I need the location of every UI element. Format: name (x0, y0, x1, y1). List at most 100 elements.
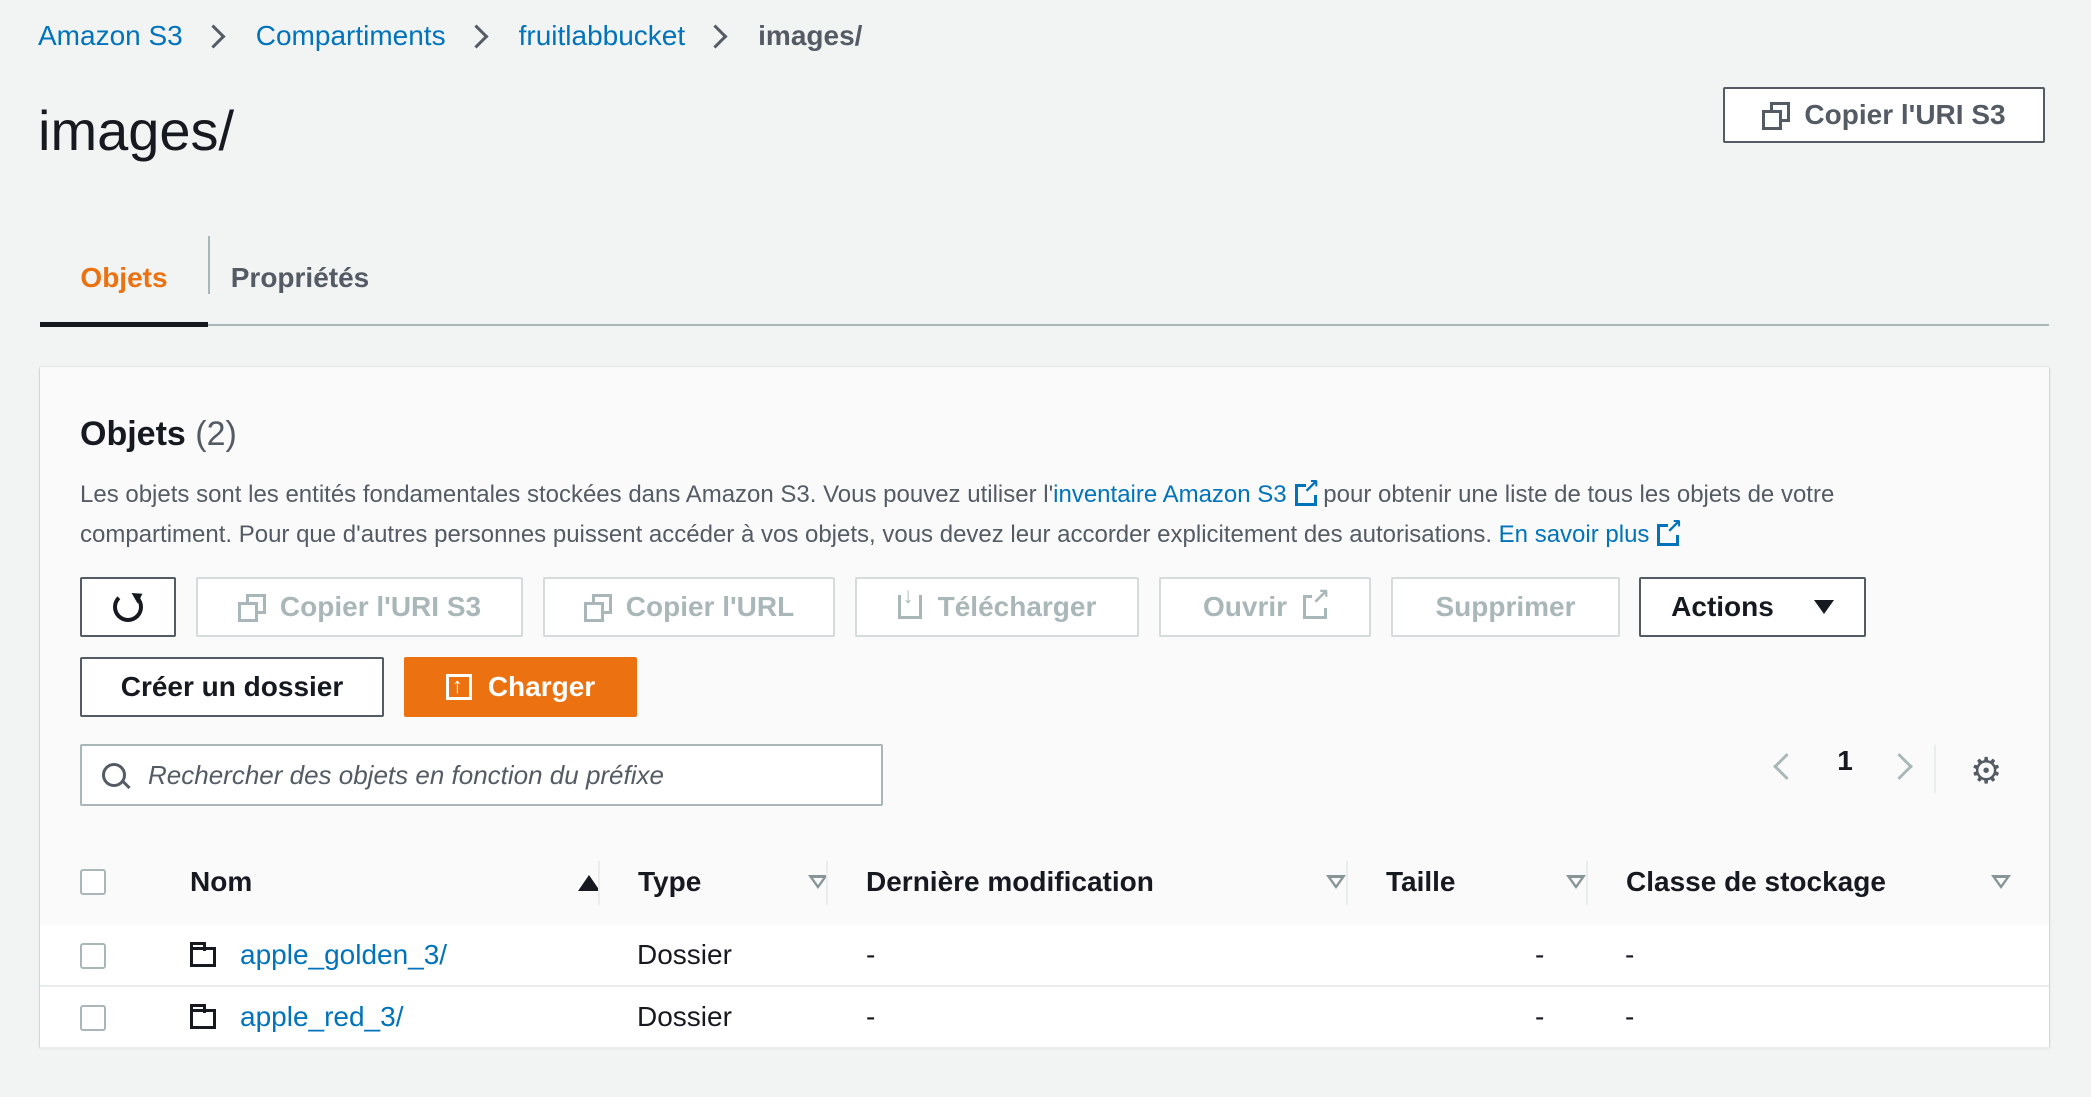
column-separator (1346, 861, 1348, 905)
table-header: Nom Type Dernière modification Taille Cl… (40, 839, 2049, 927)
copy-s3-uri-toolbar-label: Copier l'URI S3 (279, 591, 482, 622)
table-row: apple_golden_3/ Dossier - - - (40, 925, 2049, 987)
refresh-button[interactable] (80, 577, 176, 637)
type-cell: Dossier (637, 939, 732, 970)
column-label-derniere-modification: Dernière modification (866, 866, 1154, 897)
inventory-link-text: inventaire Amazon S3 (1053, 481, 1287, 508)
upload-button[interactable]: Charger (404, 657, 637, 717)
copy-url-button[interactable]: Copier l'URL (543, 577, 835, 637)
tab-proprietes[interactable]: Propriétés (212, 232, 388, 324)
row-checkbox[interactable] (80, 943, 106, 969)
search-input[interactable] (146, 758, 850, 792)
page-number[interactable]: 1 (1825, 745, 1865, 777)
upload-label: Charger (487, 671, 596, 702)
object-link[interactable]: apple_red_3/ (240, 1001, 403, 1033)
create-folder-label: Créer un dossier (120, 671, 344, 702)
copy-icon (1762, 102, 1791, 130)
chevron-right-icon (201, 23, 226, 49)
sort-ascending-icon (578, 875, 600, 891)
objects-description: Les objets sont les entités fondamentale… (80, 475, 1980, 555)
breadcrumb-link-amazon-s3[interactable]: Amazon S3 (38, 20, 183, 52)
objects-panel-title: Objets (2) (80, 415, 237, 454)
chevron-right-icon[interactable] (1886, 753, 1913, 780)
tab-bar: Objets Propriétés (40, 232, 2049, 327)
copy-s3-uri-button[interactable]: Copier l'URI S3 (1723, 87, 2045, 143)
storage-class-cell: - (1625, 939, 1635, 970)
copy-icon (583, 594, 612, 622)
column-separator (1586, 861, 1588, 905)
column-header-type[interactable]: Type (638, 839, 828, 925)
chevron-left-icon[interactable] (1773, 753, 1800, 780)
copy-icon (237, 594, 266, 622)
size-cell: - (1535, 1001, 1545, 1032)
column-separator (598, 861, 600, 905)
copy-url-label: Copier l'URL (625, 591, 795, 622)
objects-count: (2) (195, 415, 237, 453)
pager-divider (1934, 745, 1936, 793)
size-cell: - (1535, 939, 1545, 970)
external-link-icon (1303, 586, 1331, 619)
table-row: apple_red_3/ Dossier - - - (40, 987, 2049, 1049)
column-label-nom: Nom (190, 866, 253, 897)
row-checkbox[interactable] (80, 1005, 106, 1031)
name-cell: apple_red_3/ (190, 987, 403, 1047)
download-button[interactable]: Télécharger (855, 577, 1139, 637)
inventory-link[interactable]: inventaire Amazon S3 (1053, 477, 1320, 508)
actions-label: Actions (1671, 591, 1774, 622)
download-label: Télécharger (937, 591, 1097, 622)
folder-icon (190, 1004, 216, 1029)
refresh-icon (113, 592, 143, 622)
actions-dropdown[interactable]: Actions (1639, 577, 1866, 637)
breadcrumb: Amazon S3 Compartiments fruitlabbucket i… (38, 16, 862, 56)
column-label-taille: Taille (1386, 866, 1456, 897)
open-button[interactable]: Ouvrir (1159, 577, 1371, 637)
objects-panel: Objets (2) Les objets sont les entités f… (40, 367, 2049, 1049)
breadcrumb-link-bucket[interactable]: fruitlabbucket (519, 20, 686, 52)
select-all-checkbox[interactable] (80, 869, 106, 895)
column-header-classe-de-stockage[interactable]: Classe de stockage (1626, 839, 2011, 925)
modified-cell: - (866, 939, 876, 970)
download-icon (897, 583, 922, 619)
delete-label: Supprimer (1435, 591, 1576, 622)
tab-objets[interactable]: Objets (40, 232, 208, 327)
sort-icon (1991, 875, 2011, 889)
chevron-right-icon (464, 23, 489, 49)
copy-s3-uri-toolbar-button[interactable]: Copier l'URI S3 (196, 577, 523, 637)
folder-icon (190, 942, 216, 967)
column-header-taille[interactable]: Taille (1386, 839, 1586, 925)
column-separator (826, 861, 828, 905)
learn-more-link[interactable]: En savoir plus (1498, 517, 1683, 548)
name-cell: apple_golden_3/ (190, 925, 447, 985)
objects-panel-header: Objets (2) Les objets sont les entités f… (40, 367, 2049, 841)
delete-button[interactable]: Supprimer (1391, 577, 1620, 637)
copy-s3-uri-label: Copier l'URI S3 (1804, 99, 2006, 130)
tab-divider (208, 236, 210, 294)
modified-cell: - (866, 1001, 876, 1032)
type-cell: Dossier (637, 1001, 732, 1032)
column-label-type: Type (638, 866, 702, 897)
sort-icon (1566, 875, 1586, 889)
search-box (80, 744, 883, 806)
search-icon (102, 763, 126, 787)
column-header-nom[interactable]: Nom (190, 839, 600, 925)
breadcrumb-link-compartiments[interactable]: Compartiments (256, 20, 446, 52)
column-label-classe-de-stockage: Classe de stockage (1626, 866, 1886, 897)
create-folder-button[interactable]: Créer un dossier (80, 657, 384, 717)
gear-icon[interactable]: ⚙ (1970, 753, 2002, 789)
breadcrumb-current: images/ (758, 20, 863, 51)
sort-icon (1326, 875, 1346, 889)
storage-class-cell: - (1625, 1001, 1635, 1032)
external-link-icon (1294, 477, 1320, 506)
upload-icon (445, 673, 472, 700)
external-link-icon (1657, 517, 1682, 546)
column-header-derniere-modification[interactable]: Dernière modification (866, 839, 1346, 925)
open-label: Ouvrir (1202, 591, 1288, 622)
chevron-right-icon (703, 23, 728, 49)
learn-more-text: En savoir plus (1498, 521, 1650, 548)
caret-down-icon (1813, 600, 1834, 614)
page-title: images/ (38, 99, 235, 162)
sort-icon (808, 875, 828, 889)
object-link[interactable]: apple_golden_3/ (240, 939, 447, 971)
description-text-1: Les objets sont les entités fondamentale… (80, 481, 1054, 508)
objects-title-text: Objets (80, 415, 186, 453)
